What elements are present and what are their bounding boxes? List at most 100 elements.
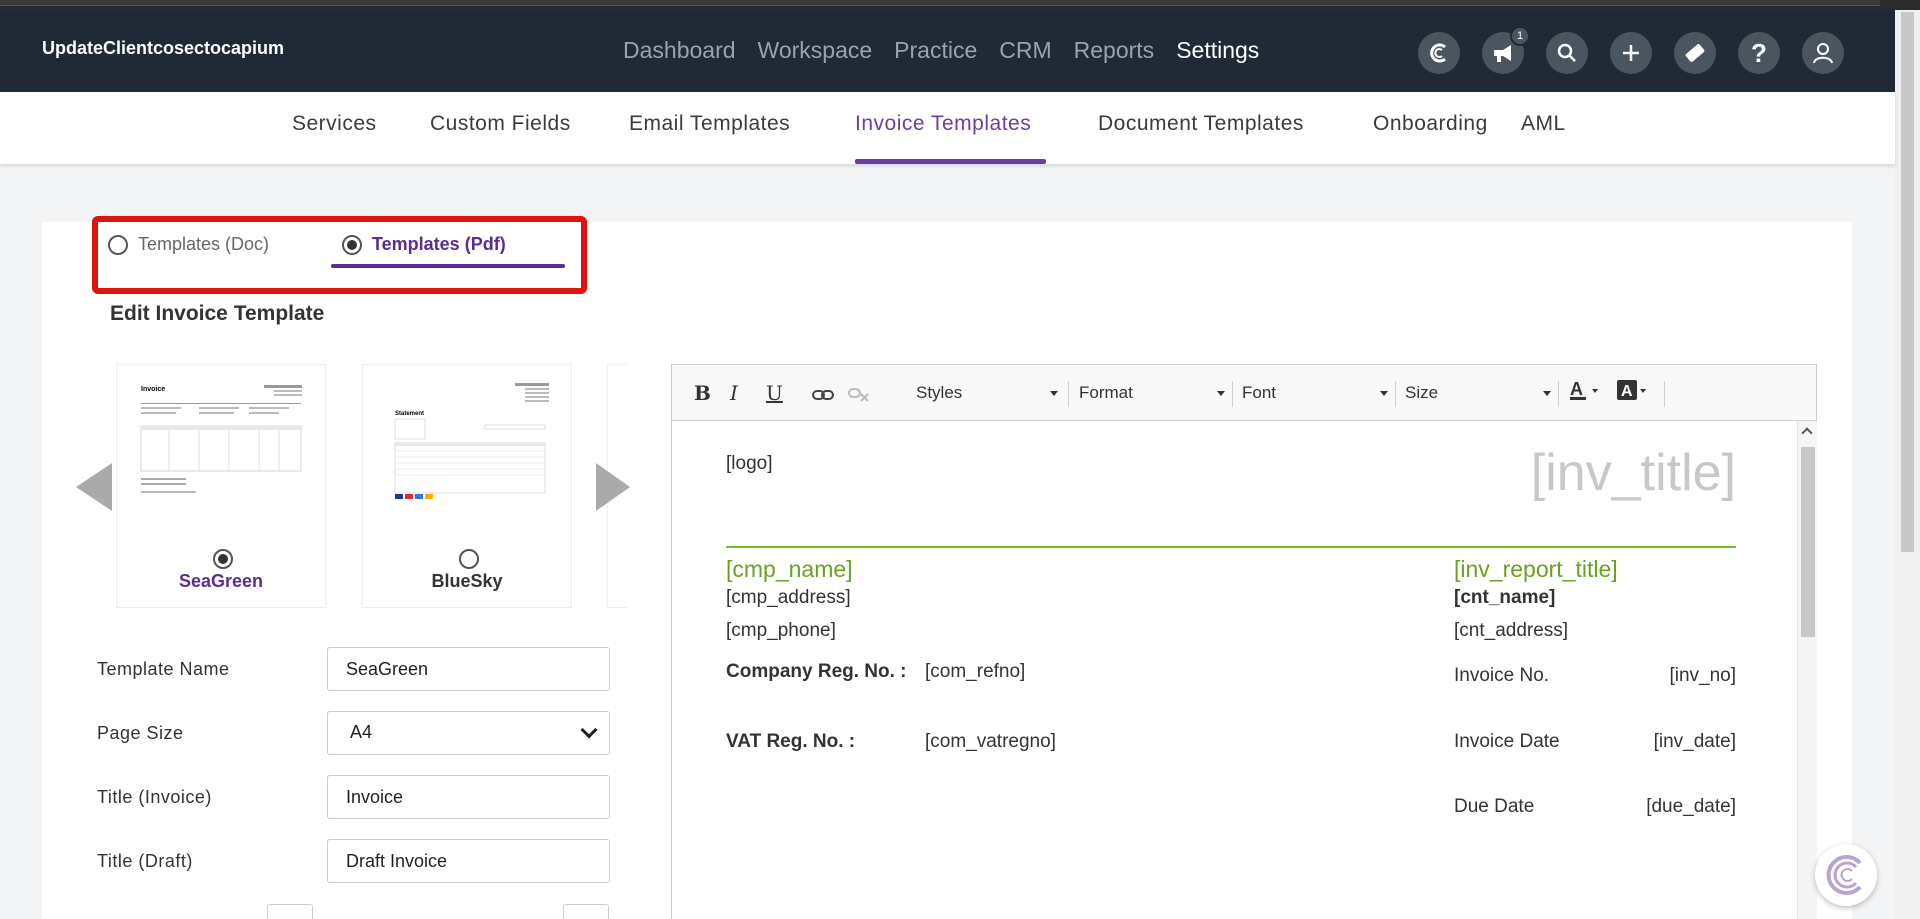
size-label: Size [1405, 383, 1439, 402]
nav-crm[interactable]: CRM [999, 37, 1051, 64]
page-size-label: Page Size [97, 723, 184, 743]
toolbar-separator [1232, 381, 1233, 407]
tab-custom-fields[interactable]: Custom Fields [430, 112, 571, 136]
tab-services[interactable]: Services [292, 112, 377, 136]
radio-label: Templates (Pdf) [372, 234, 506, 254]
template-type-highlight [92, 216, 587, 294]
doc-invoice-date-label: Invoice Date [1454, 731, 1560, 752]
template-name: BlueSky [431, 571, 503, 591]
toolbar-separator [1395, 381, 1396, 407]
font-dropdown[interactable]: Font [1242, 383, 1388, 403]
radio-label: Templates (Doc) [138, 234, 270, 254]
template-card-seagreen[interactable]: Invoice SeaGreen [116, 364, 326, 608]
ticket-icon[interactable] [1674, 32, 1716, 74]
top-header: UpdateClientcosectocapium Dashboard Work… [0, 10, 1895, 92]
unlink-icon[interactable] [848, 383, 870, 407]
page-size-select[interactable]: A4 [327, 711, 610, 755]
section-title: Edit Invoice Template [110, 302, 325, 325]
underline-button[interactable]: U [766, 381, 783, 405]
editor-scrollbar-thumb[interactable] [1801, 447, 1815, 637]
template-name: SeaGreen [178, 571, 264, 591]
template-card-bluesky[interactable]: Statement BlueSky [362, 364, 572, 608]
chat-widget-icon[interactable] [1815, 844, 1877, 906]
text-color-icon[interactable]: A [1568, 379, 1602, 406]
tab-invoice-templates[interactable]: Invoice Templates [855, 112, 1031, 136]
doc-cmp-phone: [cmp_phone] [726, 620, 836, 641]
doc-com-vatregno: [com_vatregno] [925, 731, 1056, 752]
template-radio[interactable] [459, 549, 479, 569]
svg-text:Invoice: Invoice [141, 386, 165, 393]
radio-templates-pdf[interactable]: Templates (Pdf) [342, 234, 506, 255]
tab-onboarding[interactable]: Onboarding [1373, 112, 1488, 136]
tab-email-templates[interactable]: Email Templates [629, 112, 790, 136]
browser-tab-strip [0, 0, 1880, 6]
radio-circle-checked[interactable] [342, 234, 362, 255]
bg-color-icon[interactable]: A [1616, 379, 1650, 406]
nav-reports[interactable]: Reports [1074, 37, 1155, 64]
editor-scrollbar[interactable] [1797, 421, 1817, 919]
font-label: Font [1242, 383, 1277, 402]
partial-input-right[interactable] [563, 904, 609, 919]
doc-inv-no: [inv_no] [1669, 665, 1736, 686]
doc-cnt-name: [cnt_name] [1454, 587, 1556, 608]
scroll-up-icon[interactable] [1801, 427, 1813, 439]
user-icon[interactable] [1802, 32, 1844, 74]
chevron-down-icon [580, 721, 598, 739]
caret-down-icon [1543, 391, 1551, 396]
editor-document[interactable]: [logo] [inv_title] [cmp_name] [cmp_addre… [672, 421, 1797, 919]
doc-due-date-label: Due Date [1454, 796, 1535, 817]
nav-practice[interactable]: Practice [894, 37, 977, 64]
title-invoice-label: Title (Invoice) [97, 787, 212, 807]
link-icon[interactable] [812, 383, 834, 407]
notification-badge: 1 [1510, 26, 1530, 46]
doc-inv-report-title: [inv_report_title] [1454, 556, 1618, 582]
italic-button[interactable]: I [730, 381, 738, 405]
tab-aml[interactable]: AML [1521, 112, 1566, 136]
format-dropdown[interactable]: Format [1079, 383, 1225, 403]
partial-input-left[interactable] [267, 904, 313, 919]
template-radio-checked[interactable] [213, 549, 233, 569]
page-scrollbar[interactable] [1895, 10, 1920, 919]
svg-text:A: A [1570, 379, 1583, 399]
doc-company-reg-label: Company Reg. No. : [726, 661, 907, 682]
tab-document-templates[interactable]: Document Templates [1098, 112, 1304, 136]
styles-dropdown[interactable]: Styles [916, 383, 1058, 403]
radio-templates-doc[interactable]: Templates (Doc) [108, 234, 269, 255]
title-invoice-input[interactable] [327, 775, 610, 819]
carousel-next-icon[interactable] [596, 463, 630, 511]
template-name-label: Template Name [97, 659, 230, 679]
megaphone-icon[interactable]: 1 [1482, 26, 1530, 74]
doc-inv-title: [inv_title] [1530, 444, 1736, 502]
doc-invoice-no-label: Invoice No. [1454, 665, 1550, 686]
search-icon[interactable] [1546, 32, 1588, 74]
doc-inv-date: [inv_date] [1653, 731, 1736, 752]
settings-subnav: Services Custom Fields Email Templates I… [0, 92, 1895, 164]
nav-settings[interactable]: Settings [1176, 37, 1259, 64]
doc-cnt-address: [cnt_address] [1454, 620, 1569, 641]
svg-text:A: A [1621, 383, 1633, 400]
browser-chrome-strip [0, 0, 1920, 10]
bold-button[interactable]: B [694, 381, 711, 405]
pdf-option-underline [331, 264, 565, 268]
caret-down-icon [1050, 391, 1058, 396]
capium-logo-icon[interactable] [1418, 32, 1460, 74]
template-name-input[interactable] [327, 647, 610, 691]
size-dropdown[interactable]: Size [1405, 383, 1551, 403]
carousel-prev-icon[interactable] [76, 463, 112, 511]
help-icon[interactable]: ? [1738, 32, 1780, 74]
nav-dashboard[interactable]: Dashboard [623, 37, 736, 64]
doc-green-rule [726, 546, 1736, 548]
doc-logo-placeholder: [logo] [726, 453, 773, 474]
editor-toolbar: B I U Styles Format Font Size A A [672, 365, 1816, 421]
title-draft-label: Title (Draft) [97, 851, 193, 871]
page-size-value: A4 [350, 722, 373, 742]
template-editor: B I U Styles Format Font Size A A [logo]… [671, 364, 1817, 919]
radio-circle[interactable] [108, 234, 128, 255]
plus-icon[interactable] [1610, 32, 1652, 74]
nav-workspace[interactable]: Workspace [758, 37, 873, 64]
page-scrollbar-thumb[interactable] [1901, 12, 1914, 552]
svg-text:Statement: Statement [395, 411, 424, 417]
doc-due-date: [due_date] [1646, 796, 1736, 817]
title-draft-input[interactable] [327, 839, 610, 883]
brand-name[interactable]: UpdateClientcosectocapium [42, 38, 284, 59]
